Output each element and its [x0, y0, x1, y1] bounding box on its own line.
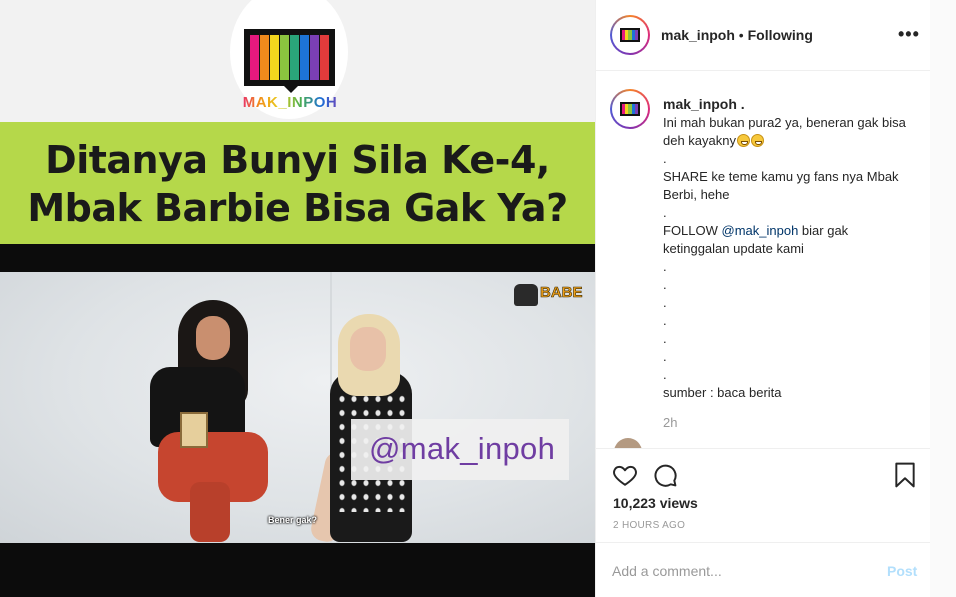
host-leg	[190, 482, 230, 542]
logo-color-bar	[310, 35, 319, 80]
brand-logo-text: MAK_INPOH	[238, 94, 342, 111]
caption-dot: .	[663, 313, 667, 328]
logo-color-bar	[250, 35, 259, 80]
caption-dot: .	[663, 205, 667, 220]
page-background	[930, 0, 956, 597]
caption-dot: .	[663, 151, 667, 166]
logo-color-bar	[270, 35, 279, 80]
caption-dot: .	[663, 367, 667, 382]
logo-color-bar	[290, 35, 299, 80]
video-headline: Ditanya Bunyi Sila Ke-4, Mbak Barbie Bis…	[0, 122, 595, 244]
avatar[interactable]	[610, 15, 650, 55]
headline-line-1: Ditanya Bunyi Sila Ke-4,	[45, 138, 550, 182]
bookmark-icon[interactable]	[894, 462, 916, 488]
host-face	[196, 316, 230, 360]
video-subtitle: Bener gak?	[268, 515, 318, 525]
video-letterbox-top	[0, 244, 595, 272]
post-author: mak_inpoh • Following	[661, 27, 813, 43]
avatar-tv-icon	[620, 28, 640, 42]
logo-color-bar	[260, 35, 269, 80]
caption-dot: .	[663, 331, 667, 346]
caption-line: Ini mah bukan pura2 ya, beneran gak bisa…	[663, 115, 906, 148]
caption-line: SHARE ke teme kamu yg fans nya Mbak Berb…	[663, 169, 899, 202]
comment-input[interactable]	[612, 561, 872, 581]
post-sidebar: mak_inpoh • Following ••• mak_inpoh . In…	[595, 0, 931, 597]
comments-area: mak_inpoh . Ini mah bukan pura2 ya, bene…	[596, 71, 931, 448]
channel-badge: BABE	[514, 282, 586, 308]
add-comment-bar: Post	[596, 542, 931, 597]
more-horizontal-icon[interactable]: •••	[898, 24, 920, 45]
post-timestamp[interactable]: 2 HOURS AGO	[613, 520, 685, 531]
watermark-text: @mak_inpoh	[369, 431, 556, 466]
grin-emoji-icon	[751, 134, 764, 147]
author-username-link[interactable]: mak_inpoh	[661, 27, 735, 43]
caption-source: sumber : baca berita	[663, 385, 782, 400]
caption-username-link[interactable]: mak_inpoh .	[663, 96, 745, 112]
post-comment-button[interactable]: Post	[887, 563, 917, 579]
following-button[interactable]: Following	[748, 27, 813, 43]
brand-logo-tail	[282, 84, 300, 93]
header-separator: •	[738, 27, 744, 43]
post-media[interactable]: MAK_INPOH Ditanya Bunyi Sila Ke-4, Mbak …	[0, 0, 595, 597]
comment-icon[interactable]	[652, 462, 678, 488]
media-top-banner: MAK_INPOH	[0, 0, 595, 122]
caption-dot: .	[663, 259, 667, 274]
video-letterbox-bottom	[0, 543, 595, 597]
comment-avatar[interactable]	[614, 438, 642, 448]
post-actions: 10,223 views 2 HOURS AGO	[596, 448, 931, 542]
channel-badge-text: BABE	[540, 284, 583, 302]
guest-face	[350, 327, 386, 371]
caption-timestamp[interactable]: 2h	[663, 414, 913, 432]
avatar-tv-icon	[620, 102, 640, 116]
book-prop	[180, 412, 208, 448]
caption-dot: .	[663, 277, 667, 292]
caption-avatar[interactable]	[610, 89, 650, 129]
post-header: mak_inpoh • Following •••	[596, 0, 931, 71]
view-count[interactable]: 10,223 views	[613, 495, 698, 511]
logo-color-bar	[300, 35, 309, 80]
brand-logo-tv-icon	[244, 29, 335, 86]
caption-dot: .	[663, 295, 667, 310]
mention-link[interactable]: @mak_inpoh	[722, 223, 799, 238]
watermark: @mak_inpoh	[351, 419, 569, 480]
caption-line: FOLLOW @mak_inpoh biar gak ketinggalan u…	[663, 223, 849, 256]
grin-emoji-icon	[737, 134, 750, 147]
logo-color-bar	[320, 35, 329, 80]
babe-mascot-icon	[514, 284, 538, 306]
logo-color-bar	[280, 35, 289, 80]
heart-icon[interactable]	[612, 462, 638, 488]
headline-line-2: Mbak Barbie Bisa Gak Ya?	[27, 186, 568, 230]
caption-dot: .	[663, 349, 667, 364]
video-frame[interactable]: BABE @mak_inpoh Bener gak?	[0, 272, 595, 543]
caption-text: mak_inpoh . Ini mah bukan pura2 ya, bene…	[663, 95, 913, 432]
